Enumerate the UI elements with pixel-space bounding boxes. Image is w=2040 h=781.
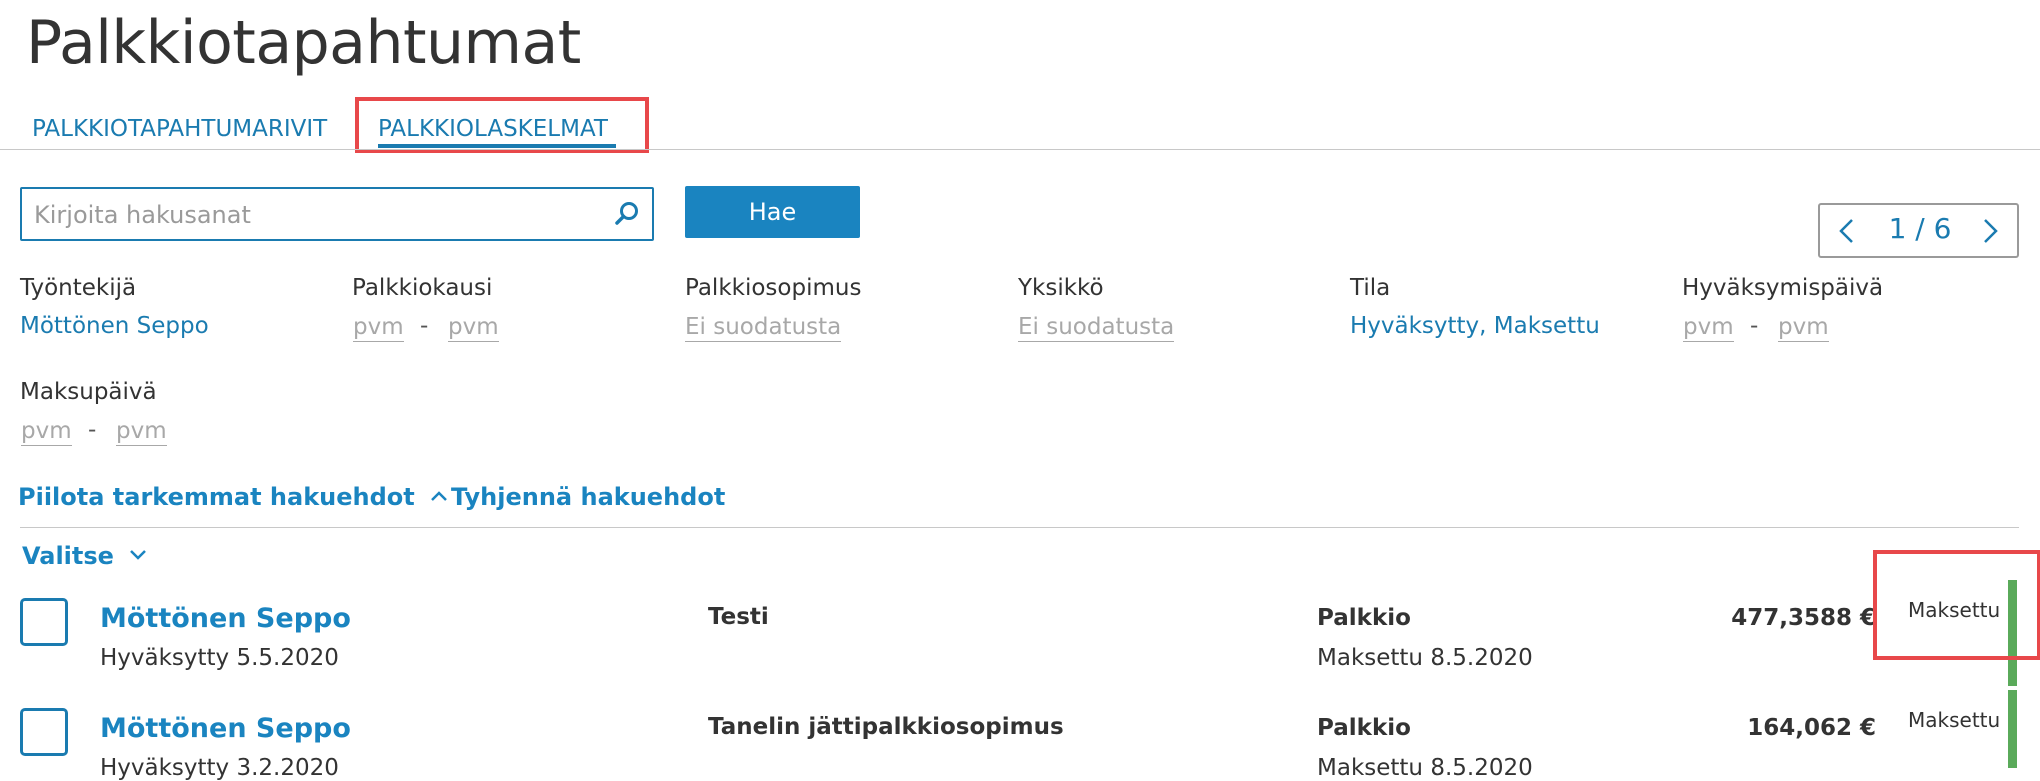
pager: 1 / 6: [1818, 203, 2019, 258]
filter-period-to[interactable]: pvm: [448, 313, 499, 342]
results-divider: [20, 527, 2019, 528]
hide-filters-link[interactable]: Piilota tarkemmat hakuehdot: [18, 483, 449, 511]
row-agreement: Testi: [708, 604, 769, 630]
status-highlight-box: [1873, 550, 2040, 660]
tab-highlight-box: [355, 97, 649, 153]
chevron-down-icon: [130, 550, 147, 560]
filter-label-approval-date: Hyväksymispäivä: [1682, 275, 1884, 301]
search-button[interactable]: Hae: [685, 186, 860, 238]
tab-palkkiotapahtumarivit[interactable]: PALKKIOTAPAHTUMARIVIT: [32, 116, 327, 142]
row-type: Palkkio: [1317, 605, 1411, 631]
search-input[interactable]: [32, 189, 596, 241]
row-approved-date: Hyväksytty 3.2.2020: [100, 755, 339, 781]
chevron-up-icon: [431, 491, 447, 501]
filter-label-status: Tila: [1350, 275, 1391, 301]
chevron-left-icon[interactable]: [1836, 218, 1858, 244]
pager-text: 1 / 6: [1888, 212, 1952, 245]
filter-period-from[interactable]: pvm: [353, 313, 404, 342]
filter-value-unit[interactable]: Ei suodatusta: [1018, 313, 1175, 342]
row-checkbox[interactable]: [20, 708, 68, 756]
row-type: Palkkio: [1317, 715, 1411, 741]
chevron-right-icon[interactable]: [1979, 218, 2001, 244]
filter-label-agreement: Palkkiosopimus: [685, 275, 862, 301]
row-status: Maksettu: [1908, 708, 2001, 732]
filter-approval-date-from[interactable]: pvm: [1683, 313, 1734, 342]
filter-value-agreement[interactable]: Ei suodatusta: [685, 313, 842, 342]
select-dropdown[interactable]: Valitse: [22, 542, 148, 570]
row-paid-date: Maksettu 8.5.2020: [1317, 755, 1533, 781]
filter-payment-date-to[interactable]: pvm: [116, 417, 167, 446]
clear-filters-link[interactable]: Tyhjennä hakuehdot: [451, 483, 725, 511]
filter-payment-date-from[interactable]: pvm: [21, 417, 72, 446]
row-agreement: Tanelin jättipalkkiosopimus: [708, 714, 1064, 740]
filter-label-employee: Työntekijä: [20, 275, 137, 301]
row-paid-date: Maksettu 8.5.2020: [1317, 645, 1533, 671]
row-amount: 164,062 €: [1747, 715, 1876, 741]
row-status-bar: [2008, 690, 2017, 768]
filter-value-employee[interactable]: Möttönen Seppo: [20, 313, 209, 339]
search-box: [20, 187, 654, 241]
filter-approval-date-separator: -: [1750, 313, 1759, 339]
tabs-divider: [0, 149, 2040, 150]
row-checkbox[interactable]: [20, 598, 68, 646]
filter-label-period: Palkkiokausi: [352, 275, 493, 301]
filter-label-unit: Yksikkö: [1018, 275, 1104, 301]
select-label: Valitse: [22, 542, 114, 570]
row-approved-date: Hyväksytty 5.5.2020: [100, 645, 339, 671]
filter-period-separator: -: [420, 313, 429, 339]
filter-value-status[interactable]: Hyväksytty, Maksettu: [1350, 313, 1600, 339]
page-title: Palkkiotapahtumat: [26, 8, 581, 78]
filter-payment-date-separator: -: [88, 417, 97, 443]
row-amount: 477,3588 €: [1731, 605, 1876, 631]
row-employee-name[interactable]: Möttönen Seppo: [100, 603, 351, 634]
row-employee-name[interactable]: Möttönen Seppo: [100, 713, 351, 744]
filter-label-payment-date: Maksupäivä: [20, 379, 157, 405]
search-icon[interactable]: [614, 201, 640, 227]
hide-filters-label: Piilota tarkemmat hakuehdot: [18, 483, 415, 511]
filter-approval-date-to[interactable]: pvm: [1778, 313, 1829, 342]
